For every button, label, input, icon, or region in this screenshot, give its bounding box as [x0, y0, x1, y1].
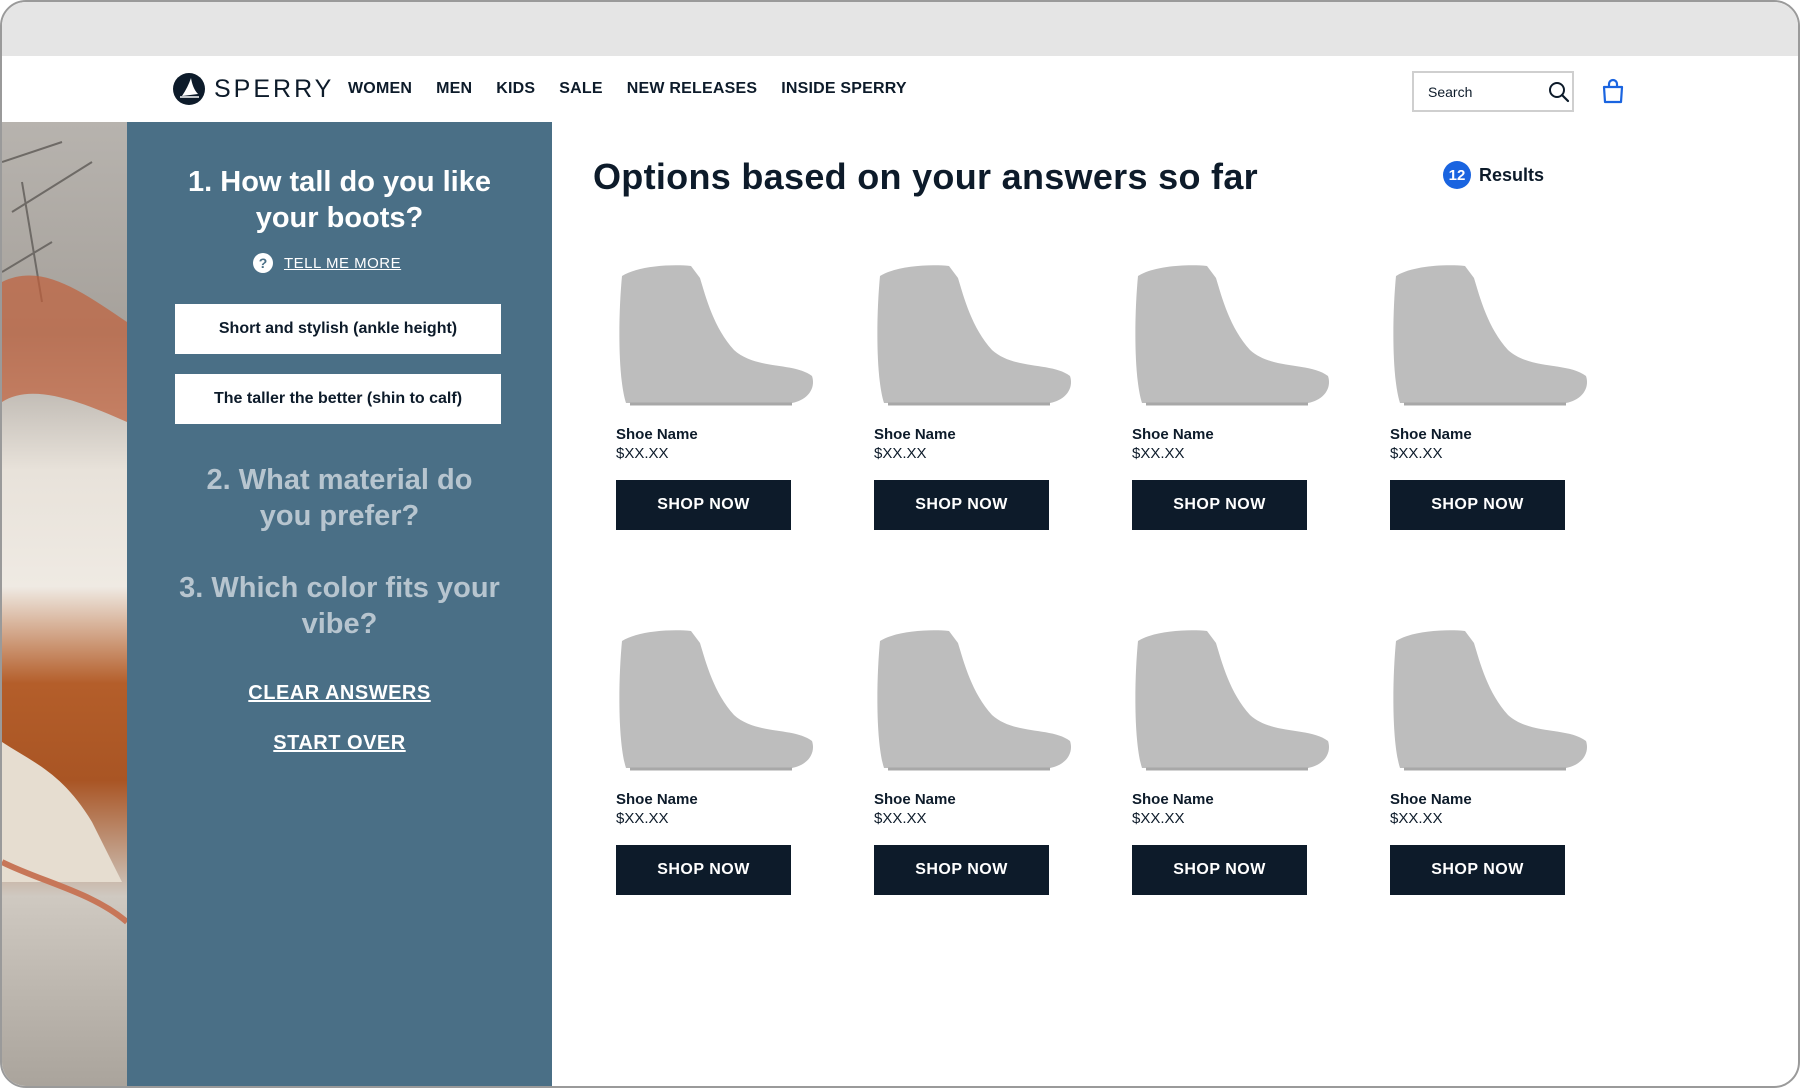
search-box — [1412, 71, 1574, 112]
product-name[interactable]: Shoe Name — [874, 791, 1074, 808]
product-card[interactable]: Shoe Name $XX.XX SHOP NOW — [1132, 258, 1332, 530]
brand-logo[interactable]: SPERRY — [172, 72, 334, 106]
nav-women[interactable]: WOMEN — [348, 80, 412, 98]
nav-new-releases[interactable]: NEW RELEASES — [627, 80, 757, 98]
shop-now-button[interactable]: SHOP NOW — [874, 845, 1049, 895]
product-price: $XX.XX — [616, 445, 669, 462]
nav-sale[interactable]: SALE — [559, 80, 602, 98]
results-count: 12 Results — [1443, 161, 1544, 189]
product-price: $XX.XX — [1390, 445, 1443, 462]
svg-text:?: ? — [259, 255, 268, 271]
boot-image[interactable] — [1390, 258, 1590, 408]
clear-answers-link[interactable]: CLEAR ANSWERS — [127, 682, 552, 705]
boot-image[interactable] — [616, 258, 816, 408]
start-over-link[interactable]: START OVER — [127, 732, 552, 755]
boot-image[interactable] — [1132, 623, 1332, 773]
results-badge: 12 — [1443, 161, 1471, 189]
brand-name: SPERRY — [214, 74, 335, 103]
option-ankle-height[interactable]: Short and stylish (ankle height) — [175, 304, 501, 354]
shop-now-button[interactable]: SHOP NOW — [1132, 480, 1307, 530]
question-2: 2. What material do you prefer? — [206, 464, 473, 532]
boot-image[interactable] — [616, 623, 816, 773]
product-name[interactable]: Shoe Name — [1132, 791, 1332, 808]
product-card[interactable]: Shoe Name $XX.XX SHOP NOW — [874, 258, 1074, 530]
boot-image[interactable] — [1132, 258, 1332, 408]
shop-now-button[interactable]: SHOP NOW — [1390, 845, 1565, 895]
boot-image[interactable] — [874, 258, 1074, 408]
nav-men[interactable]: MEN — [436, 80, 472, 98]
lifestyle-photo — [2, 122, 127, 1086]
product-card[interactable]: Shoe Name $XX.XX SHOP NOW — [1132, 623, 1332, 895]
shopping-bag-icon[interactable] — [1600, 78, 1626, 104]
sperry-logo-icon — [173, 73, 205, 105]
product-card[interactable]: Shoe Name $XX.XX SHOP NOW — [1390, 623, 1590, 895]
product-name[interactable]: Shoe Name — [1390, 791, 1590, 808]
question-3: 3. Which color fits your vibe? — [179, 572, 500, 640]
shop-now-button[interactable]: SHOP NOW — [616, 480, 791, 530]
product-price: $XX.XX — [874, 445, 927, 462]
browser-top-bar — [2, 2, 1798, 56]
product-name[interactable]: Shoe Name — [616, 426, 816, 443]
option-shin-to-calf[interactable]: The taller the better (shin to calf) — [175, 374, 501, 424]
main-nav: WOMEN MEN KIDS SALE NEW RELEASES INSIDE … — [348, 80, 931, 98]
product-card[interactable]: Shoe Name $XX.XX SHOP NOW — [616, 258, 816, 530]
product-price: $XX.XX — [616, 810, 669, 827]
product-price: $XX.XX — [1132, 445, 1185, 462]
product-price: $XX.XX — [1390, 810, 1443, 827]
search-icon[interactable] — [1548, 81, 1570, 103]
shop-now-button[interactable]: SHOP NOW — [1390, 480, 1565, 530]
product-name[interactable]: Shoe Name — [874, 426, 1074, 443]
product-price: $XX.XX — [874, 810, 927, 827]
nav-kids[interactable]: KIDS — [496, 80, 535, 98]
boot-image[interactable] — [1390, 623, 1590, 773]
question-1: 1. How tall do you like your boots? — [188, 166, 491, 234]
shop-now-button[interactable]: SHOP NOW — [874, 480, 1049, 530]
product-price: $XX.XX — [1132, 810, 1185, 827]
tell-me-more-link[interactable]: TELL ME MORE — [284, 255, 401, 272]
shop-now-button[interactable]: SHOP NOW — [1132, 845, 1307, 895]
results-title: Options based on your answers so far — [593, 156, 1258, 197]
search-input[interactable] — [1428, 83, 1546, 100]
help-icon: ? — [253, 253, 273, 273]
product-card[interactable]: Shoe Name $XX.XX SHOP NOW — [1390, 258, 1590, 530]
quiz-panel: 1. How tall do you like your boots? ? TE… — [127, 122, 552, 1086]
site-header: SPERRY WOMEN MEN KIDS SALE NEW RELEASES … — [2, 56, 1798, 122]
browser-frame: SPERRY WOMEN MEN KIDS SALE NEW RELEASES … — [0, 0, 1800, 1088]
boot-image[interactable] — [874, 623, 1074, 773]
product-name[interactable]: Shoe Name — [1132, 426, 1332, 443]
product-name[interactable]: Shoe Name — [1390, 426, 1590, 443]
tell-me-more[interactable]: ? TELL ME MORE — [252, 252, 401, 274]
product-card[interactable]: Shoe Name $XX.XX SHOP NOW — [874, 623, 1074, 895]
lifestyle-photo-art — [2, 141, 127, 925]
nav-inside-sperry[interactable]: INSIDE SPERRY — [781, 80, 907, 98]
product-card[interactable]: Shoe Name $XX.XX SHOP NOW — [616, 623, 816, 895]
shop-now-button[interactable]: SHOP NOW — [616, 845, 791, 895]
results-label: Results — [1479, 164, 1545, 185]
product-name[interactable]: Shoe Name — [616, 791, 816, 808]
